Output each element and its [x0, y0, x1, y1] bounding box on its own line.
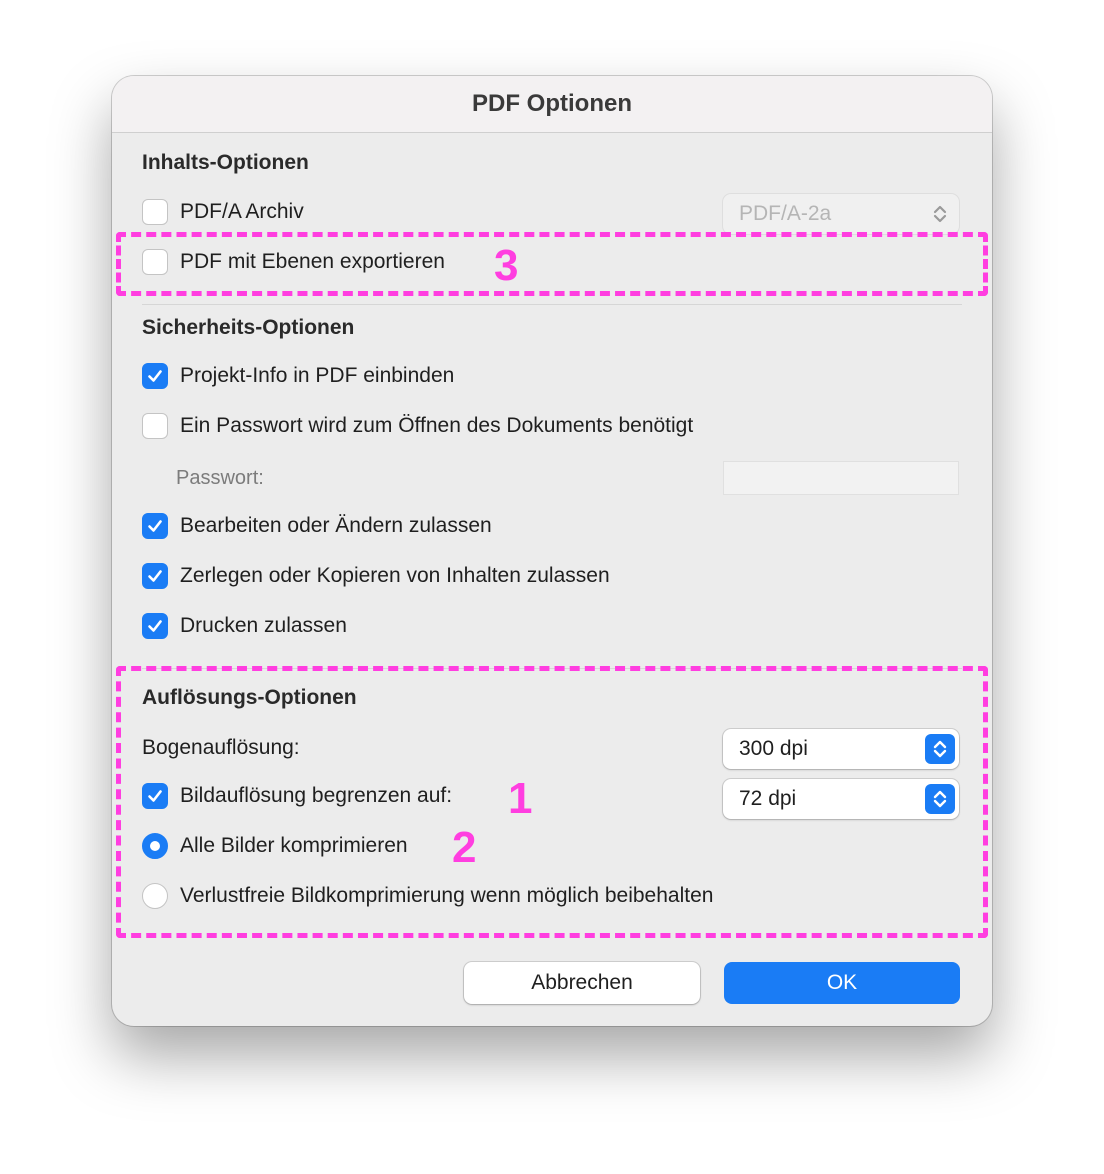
- checkmark-icon: [148, 520, 162, 532]
- password-field: [723, 461, 959, 495]
- edit-checkbox[interactable]: [142, 513, 168, 539]
- pdfa-row[interactable]: PDF/A Archiv: [142, 197, 304, 227]
- password-required-row[interactable]: Ein Passwort wird zum Öffnen des Dokumen…: [142, 411, 693, 441]
- pdfa-version-select: PDF/A-2a: [723, 194, 959, 234]
- edit-row[interactable]: Bearbeiten oder Ändern zulassen: [142, 511, 492, 541]
- chevron-up-down-icon: [925, 199, 955, 229]
- checkmark-icon: [148, 370, 162, 382]
- pdfa-checkbox[interactable]: [142, 199, 168, 225]
- project-info-label: Projekt-Info in PDF einbinden: [180, 364, 455, 387]
- annotation-number-2: 2: [452, 823, 477, 872]
- password-required-checkbox[interactable]: [142, 413, 168, 439]
- checkmark-icon: [148, 620, 162, 632]
- password-required-label: Ein Passwort wird zum Öffnen des Dokumen…: [180, 414, 694, 437]
- project-info-row[interactable]: Projekt-Info in PDF einbinden: [142, 361, 454, 391]
- annotation-box-resolution: [116, 666, 988, 938]
- print-row[interactable]: Drucken zulassen: [142, 611, 347, 641]
- copy-label: Zerlegen oder Kopieren von Inhalten zula…: [180, 564, 610, 587]
- checkmark-icon: [148, 570, 162, 582]
- annotation-number-3: 3: [494, 241, 519, 290]
- print-checkbox[interactable]: [142, 613, 168, 639]
- dialog-title: PDF Optionen: [112, 76, 992, 133]
- password-label: Passwort:: [176, 467, 264, 489]
- annotation-box-3: [116, 232, 988, 296]
- cancel-button[interactable]: Abbrechen: [464, 962, 700, 1004]
- annotation-number-1: 1: [508, 774, 533, 823]
- content-options-heading: Inhalts-Optionen: [142, 151, 309, 174]
- ok-button[interactable]: OK: [724, 962, 960, 1004]
- pdfa-version-value: PDF/A-2a: [739, 202, 832, 225]
- section-divider: [142, 304, 962, 305]
- copy-row[interactable]: Zerlegen oder Kopieren von Inhalten zula…: [142, 561, 610, 591]
- project-info-checkbox[interactable]: [142, 363, 168, 389]
- edit-label: Bearbeiten oder Ändern zulassen: [180, 514, 492, 537]
- print-label: Drucken zulassen: [180, 614, 347, 637]
- copy-checkbox[interactable]: [142, 563, 168, 589]
- pdfa-label: PDF/A Archiv: [180, 200, 304, 223]
- security-options-heading: Sicherheits-Optionen: [142, 316, 355, 339]
